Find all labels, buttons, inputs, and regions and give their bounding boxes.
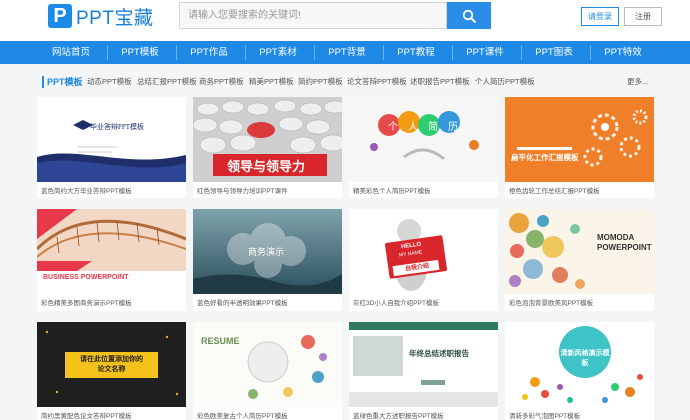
template-thumbnail[interactable]: MOMODA POWERPOINT <box>505 209 654 294</box>
nav-divider <box>521 45 522 60</box>
nav-divider <box>314 45 315 60</box>
template-thumbnail[interactable]: 毕业答辩PPT模板 <box>37 97 186 182</box>
template-card[interactable]: 领导与领导力 红色领导与领导力培训PPT课件 <box>193 97 342 198</box>
bridge-thumb-art <box>37 209 186 294</box>
template-caption[interactable]: 蓝色简约大方毕业答辩PPT模板 <box>41 185 132 195</box>
template-card[interactable]: BUSINESS POWERPOINT 彩色精美多图商务演示PPT模板 <box>37 209 186 311</box>
3d-person-thumb-art <box>385 219 447 291</box>
template-caption[interactable]: 彩色精美多图商务演示PPT模板 <box>41 297 132 307</box>
category-link[interactable]: 总结汇报PPT模板 <box>137 76 197 88</box>
template-caption[interactable]: 灰红3D小人自我介绍PPT模板 <box>353 297 439 307</box>
thumb-title: 领导与领导力 <box>227 159 306 174</box>
template-card[interactable]: 商务演示 蓝色好看的半透明效果PPT模板 <box>193 209 342 311</box>
category-title: PPT模板 <box>42 76 83 88</box>
report-thumb-art <box>349 322 498 407</box>
template-caption[interactable]: 简约黑黄配色论文答辩PPT模板 <box>41 410 132 420</box>
thumb-title-group: 个 人 简 历 <box>383 118 463 133</box>
site-logo[interactable]: P PPT宝藏 <box>48 4 154 29</box>
nav-item-home[interactable]: 网站首页 <box>42 41 100 64</box>
thumb-title: 扁平化工作汇报模板 <box>511 153 579 162</box>
main-nav: 网站首页 PPT模板 PPT作品 PPT素材 PPT背景 PPT教程 PPT课件… <box>0 41 690 64</box>
thumb-title: BUSINESS POWERPOINT <box>43 274 129 281</box>
category-link[interactable]: 动态PPT模板 <box>87 76 132 88</box>
template-caption[interactable]: 蓝绿色重大方述职报告PPT模板 <box>353 410 444 420</box>
nav-divider <box>383 45 384 60</box>
thumb-char: 简 <box>428 122 438 133</box>
thumb-line: 论文名称 <box>97 366 126 373</box>
template-thumbnail[interactable]: 年终总结述职报告 <box>349 322 498 407</box>
template-caption[interactable]: 彩色泡泡背景欧美风PPT模板 <box>509 297 593 307</box>
template-thumbnail[interactable]: 商务演示 <box>193 209 342 294</box>
nav-item-effects[interactable]: PPT特效 <box>594 41 652 64</box>
nav-item-tutorials[interactable]: PPT教程 <box>387 41 445 64</box>
category-link[interactable]: 精美PPT模板 <box>249 76 294 88</box>
template-caption[interactable]: 蓝色好看的半透明效果PPT模板 <box>197 297 288 307</box>
template-card[interactable]: 扁平化工作汇报模板 橙色齿轮工作总结汇报PPT模板 <box>505 97 654 198</box>
search-button[interactable] <box>447 2 491 29</box>
template-caption[interactable]: 清新多彩气泡图PPT模板 <box>509 410 580 420</box>
template-thumbnail[interactable]: 扁平化工作汇报模板 <box>505 97 654 182</box>
thumb-char: 人 <box>408 122 418 133</box>
category-bar: PPT模板 动态PPT模板 总结汇报PPT模板 商务PPT模板 精美PPT模板 … <box>37 76 657 92</box>
template-caption[interactable]: 彩色欧美复古个人简历PPT模板 <box>197 410 288 420</box>
thumb-title: RESUME <box>201 336 240 346</box>
template-thumbnail[interactable]: BUSINESS POWERPOINT <box>37 209 186 294</box>
thumb-title: 毕业答辩PPT模板 <box>90 123 145 131</box>
template-card[interactable]: 个 人 简 历 精美彩色个人简历PPT模板 <box>349 97 498 198</box>
register-button[interactable]: 注册 <box>624 7 662 26</box>
template-caption[interactable]: 红色领导与领导力培训PPT课件 <box>197 185 288 195</box>
template-thumbnail[interactable]: 个 人 简 历 <box>349 97 498 182</box>
nav-item-courseware[interactable]: PPT课件 <box>456 41 514 64</box>
category-link[interactable]: 简约PPT模板 <box>298 76 343 88</box>
template-card[interactable]: 毕业答辩PPT模板 蓝色简约大方毕业答辩PPT模板 <box>37 97 186 198</box>
nav-item-templates[interactable]: PPT模板 <box>111 41 169 64</box>
template-thumbnail[interactable]: HELLO MY NAME 自我介绍 <box>349 209 498 294</box>
nav-divider <box>245 45 246 60</box>
thumb-title: 清新风格演示模板 <box>560 350 610 367</box>
category-link[interactable]: 述职报告PPT模板 <box>410 76 470 88</box>
template-thumbnail[interactable]: 清新风格演示模板 <box>505 322 654 407</box>
template-thumbnail[interactable]: 领导与领导力 <box>193 97 342 182</box>
nav-divider <box>452 45 453 60</box>
nav-item-charts[interactable]: PPT图表 <box>525 41 583 64</box>
gears-thumb-art <box>505 97 654 182</box>
category-link[interactable]: 个人简历PPT模板 <box>475 76 535 88</box>
template-caption[interactable]: 精美彩色个人简历PPT模板 <box>353 185 431 195</box>
graduation-thumb-art <box>37 120 186 182</box>
logo-p-icon: P <box>48 4 72 28</box>
site-header: P PPT宝藏 请输入您要搜索的关键词! 请登录 注册 <box>0 0 690 41</box>
nav-divider <box>107 45 108 60</box>
thumb-line: MOMODA <box>597 233 635 242</box>
login-button[interactable]: 请登录 <box>581 7 619 26</box>
resume-bubbles-thumb-art <box>370 111 479 161</box>
thumb-line: POWERPOINT <box>597 243 652 252</box>
template-card[interactable]: 请在此位置添加你的 论文名称 简约黑黄配色论文答辩PPT模板 <box>37 322 186 420</box>
template-thumbnail[interactable]: RESUME <box>193 322 342 407</box>
template-card[interactable]: 清新风格演示模板 清新多彩气泡图PPT模板 <box>505 322 654 420</box>
retro-resume-thumb-art <box>193 322 342 407</box>
template-caption[interactable]: 橙色齿轮工作总结汇报PPT模板 <box>509 185 600 195</box>
template-thumbnail[interactable]: 请在此位置添加你的 论文名称 <box>37 322 186 407</box>
nav-item-works[interactable]: PPT作品 <box>180 41 238 64</box>
logo-text: PPT宝藏 <box>76 7 154 29</box>
thumb-line: 请在此位置添加你的 <box>80 356 143 363</box>
thumb-title: 商务演示 <box>248 247 285 257</box>
search-input[interactable]: 请输入您要搜索的关键词! <box>179 2 447 29</box>
search-icon <box>462 9 476 23</box>
template-card[interactable]: HELLO MY NAME 自我介绍 灰红3D小人自我介绍PPT模板 <box>349 209 498 311</box>
category-link[interactable]: 商务PPT模板 <box>199 76 244 88</box>
category-link[interactable]: 论文答辩PPT模板 <box>347 76 407 88</box>
template-card[interactable]: 年终总结述职报告 蓝绿色重大方述职报告PPT模板 <box>349 322 498 420</box>
thumb-char: 历 <box>448 122 458 133</box>
more-link[interactable]: 更多... <box>627 76 648 88</box>
nav-item-backgrounds[interactable]: PPT背景 <box>318 41 376 64</box>
nav-divider <box>590 45 591 60</box>
template-card[interactable]: MOMODA POWERPOINT 彩色泡泡背景欧美风PPT模板 <box>505 209 654 311</box>
thumb-title: 年终总结述职报告 <box>409 349 469 358</box>
nav-item-materials[interactable]: PPT素材 <box>249 41 307 64</box>
thumb-char: 个 <box>388 122 398 133</box>
nav-divider <box>176 45 177 60</box>
template-card[interactable]: RESUME 彩色欧美复古个人简历PPT模板 <box>193 322 342 420</box>
